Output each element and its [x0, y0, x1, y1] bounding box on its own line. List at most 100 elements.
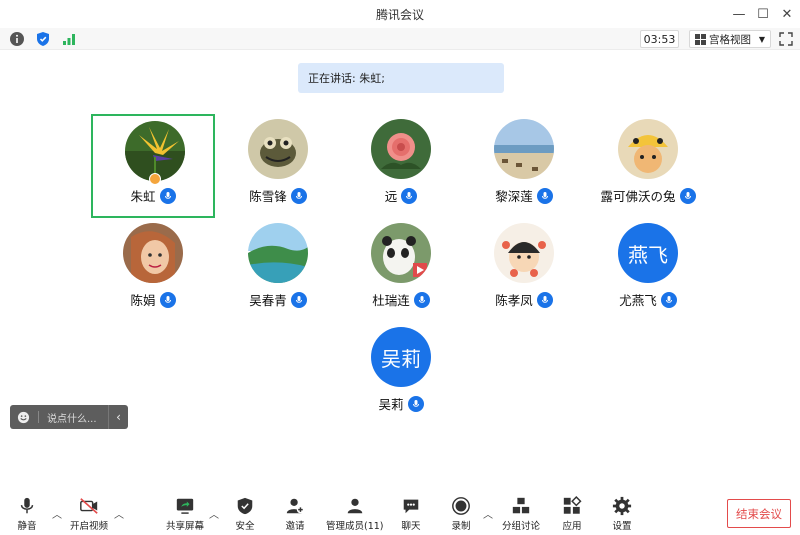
- bottom-control-bar: 静音 ︿ 开启视频 ︿ 共享屏幕 ︿ 安全 邀请 管理成员(11) 聊天 录制 …: [0, 492, 800, 535]
- microphone-icon: [401, 187, 418, 204]
- shield-icon[interactable]: [35, 31, 51, 47]
- share-screen-button[interactable]: 共享屏幕: [166, 496, 204, 532]
- avatar: [371, 223, 431, 283]
- microphone-icon: [290, 291, 307, 308]
- apps-icon: [563, 496, 582, 514]
- avatar: 燕飞: [618, 223, 678, 283]
- microphone-icon: [407, 395, 424, 412]
- end-meeting-button[interactable]: 结束会议: [727, 499, 791, 528]
- participant-name: 尤燕飞: [619, 293, 657, 308]
- top-toolbar: 03:53 宫格视图 ▼: [0, 28, 800, 50]
- share-options-chevron-icon[interactable]: ︿: [209, 506, 219, 521]
- record-icon: [452, 497, 470, 515]
- participant-tile[interactable]: 陈娟: [91, 218, 215, 322]
- record-options-chevron-icon[interactable]: ︿: [483, 506, 493, 521]
- participant-tile[interactable]: 燕飞 尤燕飞: [586, 218, 710, 322]
- collapse-chevron-icon[interactable]: ‹: [108, 405, 128, 429]
- info-icon[interactable]: [9, 31, 25, 47]
- video-off-icon: [80, 498, 98, 514]
- avatar: [494, 223, 554, 283]
- participant-tile[interactable]: 露可佛沃の兔: [586, 114, 710, 218]
- gear-icon: [612, 496, 632, 516]
- breakout-rooms-button[interactable]: 分组讨论: [502, 496, 540, 532]
- apps-button[interactable]: 应用: [561, 496, 583, 532]
- shield-icon: [237, 497, 253, 515]
- invite-label: 邀请: [285, 521, 305, 532]
- video-options-chevron-icon[interactable]: ︿: [114, 506, 124, 521]
- participant-name: 露可佛沃の兔: [600, 189, 676, 204]
- participant-name: 杜瑞连: [372, 293, 410, 308]
- participant-name: 陈孝凤: [495, 293, 533, 308]
- avatar: 吴莉: [371, 327, 431, 387]
- participant-name: 朱虹: [130, 189, 156, 204]
- participant-name: 吴春青: [249, 293, 287, 308]
- microphone-icon: [679, 187, 696, 204]
- microphone-icon: [159, 291, 176, 308]
- record-button[interactable]: 录制: [450, 496, 472, 532]
- fullscreen-icon[interactable]: [778, 31, 794, 47]
- participant-tile[interactable]: 陈孝凤: [462, 218, 586, 322]
- avatar: [248, 119, 308, 179]
- security-button[interactable]: 安全: [234, 496, 256, 532]
- record-label: 录制: [451, 521, 471, 532]
- video-label: 开启视频: [70, 521, 109, 532]
- title-bar: 腾讯会议 — ☐ ✕: [0, 0, 800, 28]
- apps-label: 应用: [562, 521, 582, 532]
- minimize-button[interactable]: —: [729, 4, 749, 24]
- chat-quick-input[interactable]: 说点什么... ‹: [10, 405, 128, 429]
- settings-button[interactable]: 设置: [611, 496, 633, 532]
- chat-placeholder[interactable]: 说点什么...: [47, 410, 97, 425]
- participant-tile[interactable]: 杜瑞连: [339, 218, 463, 322]
- members-icon: [347, 498, 363, 514]
- view-mode-label: 宫格视图: [709, 33, 751, 46]
- participant-tile[interactable]: 吴莉 吴莉: [339, 322, 463, 426]
- window-title: 腾讯会议: [375, 8, 424, 22]
- settings-label: 设置: [612, 521, 632, 532]
- start-video-button[interactable]: 开启视频: [70, 496, 108, 532]
- manage-members-button[interactable]: 管理成员(11): [326, 496, 384, 532]
- avatar: [494, 119, 554, 179]
- participant-name: 陈雪锋: [249, 189, 287, 204]
- breakout-label: 分组讨论: [502, 521, 541, 532]
- add-user-icon: [286, 498, 305, 514]
- close-button[interactable]: ✕: [777, 4, 797, 24]
- avatar: [248, 223, 308, 283]
- mute-button[interactable]: 静音: [16, 496, 38, 532]
- avatar: [618, 119, 678, 179]
- participant-tile[interactable]: 朱虹: [91, 114, 215, 218]
- invite-button[interactable]: 邀请: [284, 496, 306, 532]
- microphone-icon: [660, 291, 677, 308]
- chat-label: 聊天: [401, 521, 421, 532]
- participant-name: 远: [384, 189, 398, 204]
- microphone-icon: [159, 187, 176, 204]
- caret-down-icon: ▼: [758, 34, 765, 44]
- avatar: [123, 223, 183, 283]
- emoji-icon[interactable]: [17, 411, 30, 424]
- chat-bubble-icon: [403, 499, 419, 514]
- breakout-icon: [512, 497, 530, 514]
- participant-name: 吴莉: [378, 397, 404, 412]
- active-speaker-banner: 正在讲话: 朱虹;: [298, 63, 504, 93]
- participant-name: 陈娟: [130, 293, 156, 308]
- mute-label: 静音: [17, 521, 37, 532]
- microphone-icon: [536, 187, 553, 204]
- participant-name: 黎深莲: [495, 189, 533, 204]
- security-label: 安全: [235, 521, 255, 532]
- microphone-icon: [536, 291, 553, 308]
- divider: [38, 411, 39, 423]
- microphone-icon: [20, 497, 34, 514]
- maximize-button[interactable]: ☐: [753, 4, 773, 24]
- share-label: 共享屏幕: [166, 521, 205, 532]
- microphone-icon: [413, 291, 430, 308]
- share-screen-icon: [176, 498, 194, 514]
- participant-tile[interactable]: 远: [339, 114, 463, 218]
- participant-tile[interactable]: 吴春青: [216, 218, 340, 322]
- mute-options-chevron-icon[interactable]: ︿: [52, 506, 62, 521]
- participant-tile[interactable]: 黎深莲: [462, 114, 586, 218]
- signal-strength-icon[interactable]: [61, 31, 77, 47]
- participant-tile[interactable]: 陈雪锋: [216, 114, 340, 218]
- meeting-timer: 03:53: [640, 30, 679, 48]
- view-mode-dropdown[interactable]: 宫格视图 ▼: [689, 30, 771, 48]
- avatar: [371, 119, 431, 179]
- chat-button[interactable]: 聊天: [400, 496, 422, 532]
